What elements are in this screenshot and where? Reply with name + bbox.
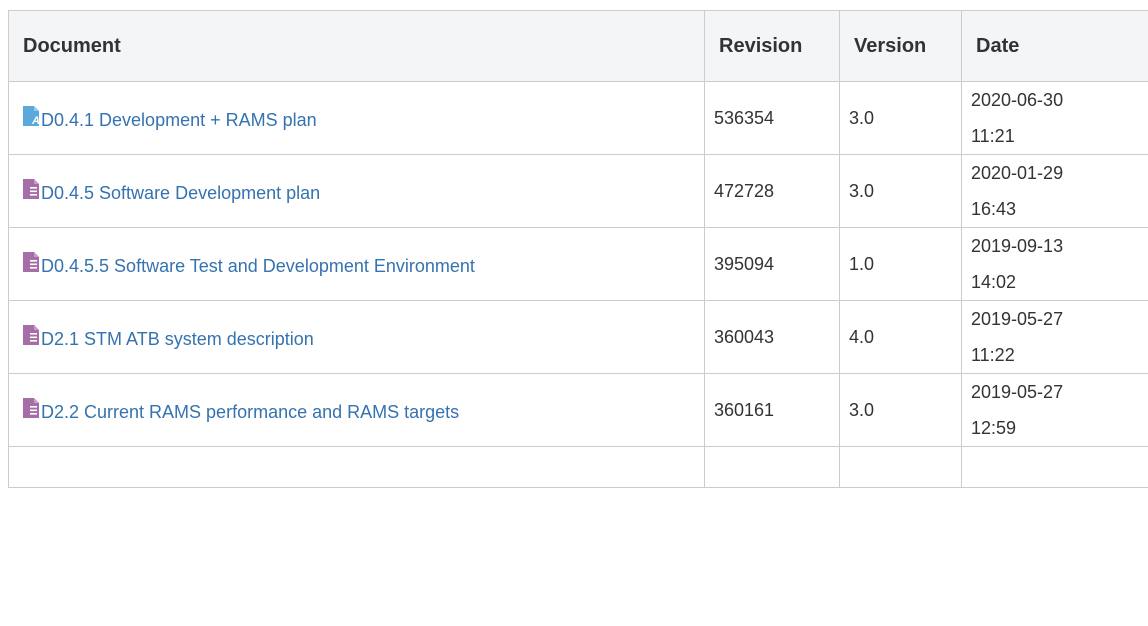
- table-row-partial: [8, 446, 1148, 488]
- revision-cell: 360161: [704, 373, 840, 447]
- date-cell: 2020-01-29 16:43: [961, 154, 1148, 228]
- table-header-row: Document Revision Version Date: [8, 10, 1148, 82]
- document-purple-icon[interactable]: [22, 251, 40, 273]
- document-purple-icon[interactable]: [22, 397, 40, 419]
- document-link[interactable]: D0.4.5.5 Software Test and Development E…: [41, 256, 475, 276]
- document-cell: D2.1 STM ATB system description: [8, 300, 705, 374]
- date-value: 2019-05-27: [971, 309, 1064, 329]
- date-value: 2020-01-29: [971, 163, 1064, 183]
- svg-text:A: A: [31, 115, 40, 127]
- document-link[interactable]: D2.2 Current RAMS performance and RAMS t…: [41, 402, 459, 422]
- time-value: 11:21: [971, 126, 1015, 146]
- documents-table-container: Document Revision Version Date A D0.4.1 …: [0, 0, 1148, 626]
- column-header-document[interactable]: Document: [8, 10, 705, 82]
- time-value: 16:43: [971, 199, 1017, 219]
- document-cell: D0.4.5.5 Software Test and Development E…: [8, 227, 705, 301]
- revision-cell: 536354: [704, 81, 840, 155]
- date-cell: [961, 446, 1148, 488]
- date-cell: 2019-09-13 14:02: [961, 227, 1148, 301]
- version-cell: 3.0: [839, 154, 962, 228]
- column-header-date[interactable]: Date: [961, 10, 1148, 82]
- version-cell: [839, 446, 962, 488]
- document-link[interactable]: D0.4.5 Software Development plan: [41, 183, 320, 203]
- column-header-revision[interactable]: Revision: [704, 10, 840, 82]
- revision-cell: 472728: [704, 154, 840, 228]
- date-value: 2020-06-30: [971, 90, 1064, 110]
- date-value: 2019-05-27: [971, 382, 1064, 402]
- document-link[interactable]: D2.1 STM ATB system description: [41, 329, 314, 349]
- table-row: D2.2 Current RAMS performance and RAMS t…: [8, 373, 1148, 447]
- column-header-version[interactable]: Version: [839, 10, 962, 82]
- revision-cell: [704, 446, 840, 488]
- revision-cell: 360043: [704, 300, 840, 374]
- date-cell: 2020-06-30 11:21: [961, 81, 1148, 155]
- date-cell: 2019-05-27 12:59: [961, 373, 1148, 447]
- table-row: D0.4.5.5 Software Test and Development E…: [8, 227, 1148, 301]
- document-cell: [8, 446, 705, 488]
- document-blue-icon[interactable]: A: [22, 105, 40, 127]
- date-value: 2019-09-13: [971, 236, 1064, 256]
- time-value: 11:22: [971, 345, 1015, 365]
- documents-table: Document Revision Version Date A D0.4.1 …: [8, 10, 1148, 488]
- version-cell: 4.0: [839, 300, 962, 374]
- table-row: A D0.4.1 Development + RAMS plan 536354 …: [8, 81, 1148, 155]
- revision-cell: 395094: [704, 227, 840, 301]
- version-cell: 3.0: [839, 373, 962, 447]
- table-row: D2.1 STM ATB system description 360043 4…: [8, 300, 1148, 374]
- document-link[interactable]: D0.4.1 Development + RAMS plan: [41, 110, 317, 130]
- document-cell: D0.4.5 Software Development plan: [8, 154, 705, 228]
- time-value: 14:02: [971, 272, 1017, 292]
- table-row: D0.4.5 Software Development plan 472728 …: [8, 154, 1148, 228]
- document-cell: A D0.4.1 Development + RAMS plan: [8, 81, 705, 155]
- date-cell: 2019-05-27 11:22: [961, 300, 1148, 374]
- document-purple-icon[interactable]: [22, 178, 40, 200]
- time-value: 12:59: [971, 418, 1017, 438]
- version-cell: 3.0: [839, 81, 962, 155]
- document-purple-icon[interactable]: [22, 324, 40, 346]
- document-cell: D2.2 Current RAMS performance and RAMS t…: [8, 373, 705, 447]
- version-cell: 1.0: [839, 227, 962, 301]
